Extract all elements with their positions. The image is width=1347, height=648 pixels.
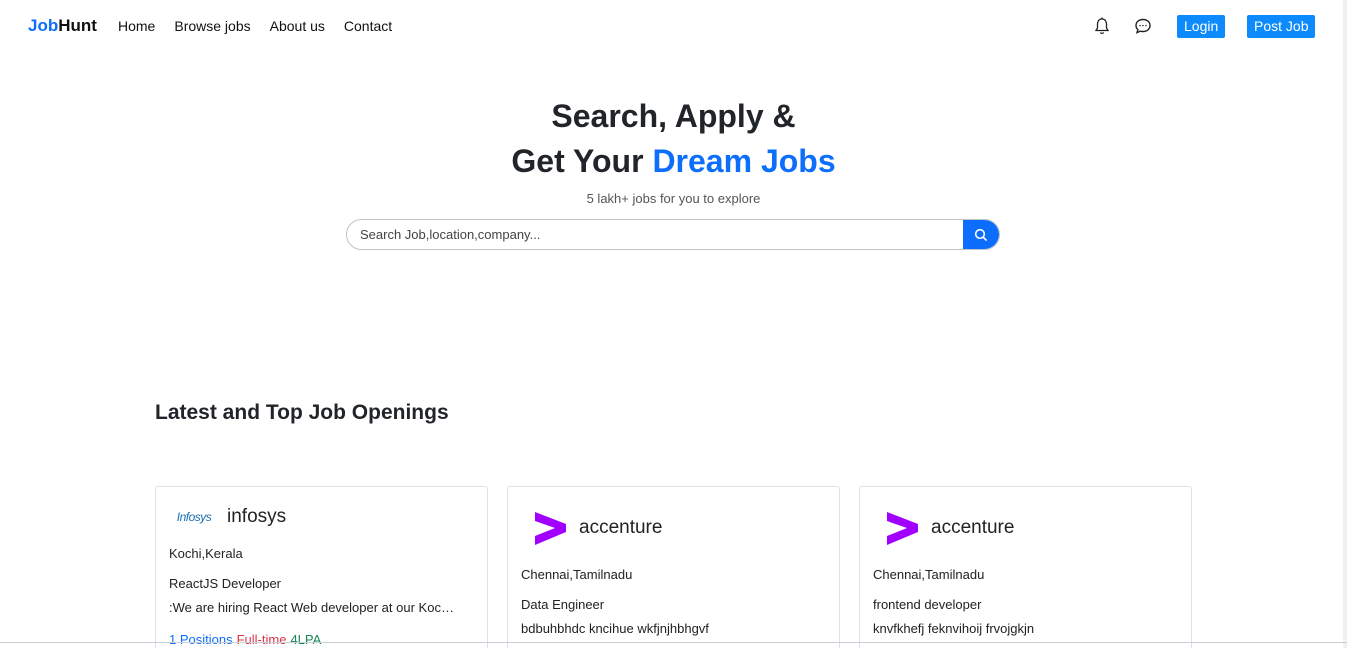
job-description: :We are hiring React Web developer at ou… bbox=[169, 600, 461, 615]
job-title: frontend developer bbox=[873, 597, 982, 612]
hero-heading-accent: Dream Jobs bbox=[652, 143, 836, 179]
job-card[interactable]: accenture Chennai,Tamilnadu Data Enginee… bbox=[507, 486, 840, 648]
job-description: bdbuhbhdc kncihue wkfjnjhbhgvf bbox=[521, 621, 709, 636]
accenture-logo-icon bbox=[535, 512, 566, 545]
nav-link-about-us[interactable]: About us bbox=[270, 18, 325, 34]
job-description: knvfkhefj feknvihoij frvojgkjn bbox=[873, 621, 1035, 636]
company-name: accenture bbox=[931, 517, 1015, 538]
navbar: JobHunt Home Browse jobs About us Contac… bbox=[0, 0, 1347, 52]
infosys-logo: Infosys bbox=[176, 510, 212, 524]
hero-heading-prefix: Get Your bbox=[511, 143, 653, 179]
nav-links: Home Browse jobs About us Contact bbox=[118, 18, 411, 34]
company-name: accenture bbox=[579, 517, 663, 538]
company-header: Infosys infosys bbox=[170, 506, 286, 528]
search-icon bbox=[974, 228, 988, 241]
nav-link-browse-jobs[interactable]: Browse jobs bbox=[174, 18, 250, 34]
job-tags: 1 Positions Full-time 4LPA bbox=[169, 632, 321, 647]
job-location: Chennai,Tamilnadu bbox=[521, 567, 633, 582]
hero-heading-line-2: Get Your Dream Jobs bbox=[0, 143, 1347, 180]
chat-icon[interactable] bbox=[1133, 16, 1153, 36]
job-title: Data Engineer bbox=[521, 597, 605, 612]
brand-part-1: Job bbox=[28, 16, 59, 35]
hero-subtitle: 5 lakh+ jobs for you to explore bbox=[586, 191, 761, 206]
brand-logo[interactable]: JobHunt bbox=[28, 16, 97, 36]
login-button[interactable]: Login bbox=[1177, 15, 1226, 38]
section-title: Latest and Top Job Openings bbox=[155, 401, 449, 424]
job-type-badge: Full-time bbox=[236, 632, 287, 647]
nav-link-home[interactable]: Home bbox=[118, 18, 155, 34]
post-job-button[interactable]: Post Job bbox=[1247, 15, 1316, 38]
positions-badge: 1 Positions bbox=[169, 632, 233, 647]
brand-part-2: Hunt bbox=[58, 16, 97, 35]
job-location: Chennai,Tamilnadu bbox=[873, 567, 985, 582]
job-location: Kochi,Kerala bbox=[169, 546, 243, 561]
search-bar bbox=[346, 219, 1000, 250]
bell-icon[interactable] bbox=[1092, 16, 1112, 36]
job-title: ReactJS Developer bbox=[169, 576, 281, 591]
nav-link-contact[interactable]: Contact bbox=[344, 18, 392, 34]
search-input[interactable] bbox=[347, 220, 965, 249]
salary-badge: 4LPA bbox=[290, 632, 322, 647]
accenture-logo-icon bbox=[887, 512, 918, 545]
window-bottom-border bbox=[0, 642, 1347, 643]
search-button[interactable] bbox=[963, 220, 999, 249]
job-card[interactable]: Infosys infosys Kochi,Kerala ReactJS Dev… bbox=[155, 486, 488, 648]
company-name: infosys bbox=[227, 506, 287, 527]
window-edge bbox=[1343, 0, 1347, 648]
company-header: accenture bbox=[533, 511, 662, 545]
hero-heading-line-1: Search, Apply & bbox=[551, 98, 796, 134]
company-header: accenture bbox=[885, 511, 1014, 545]
job-card[interactable]: accenture Chennai,Tamilnadu frontend dev… bbox=[859, 486, 1192, 648]
